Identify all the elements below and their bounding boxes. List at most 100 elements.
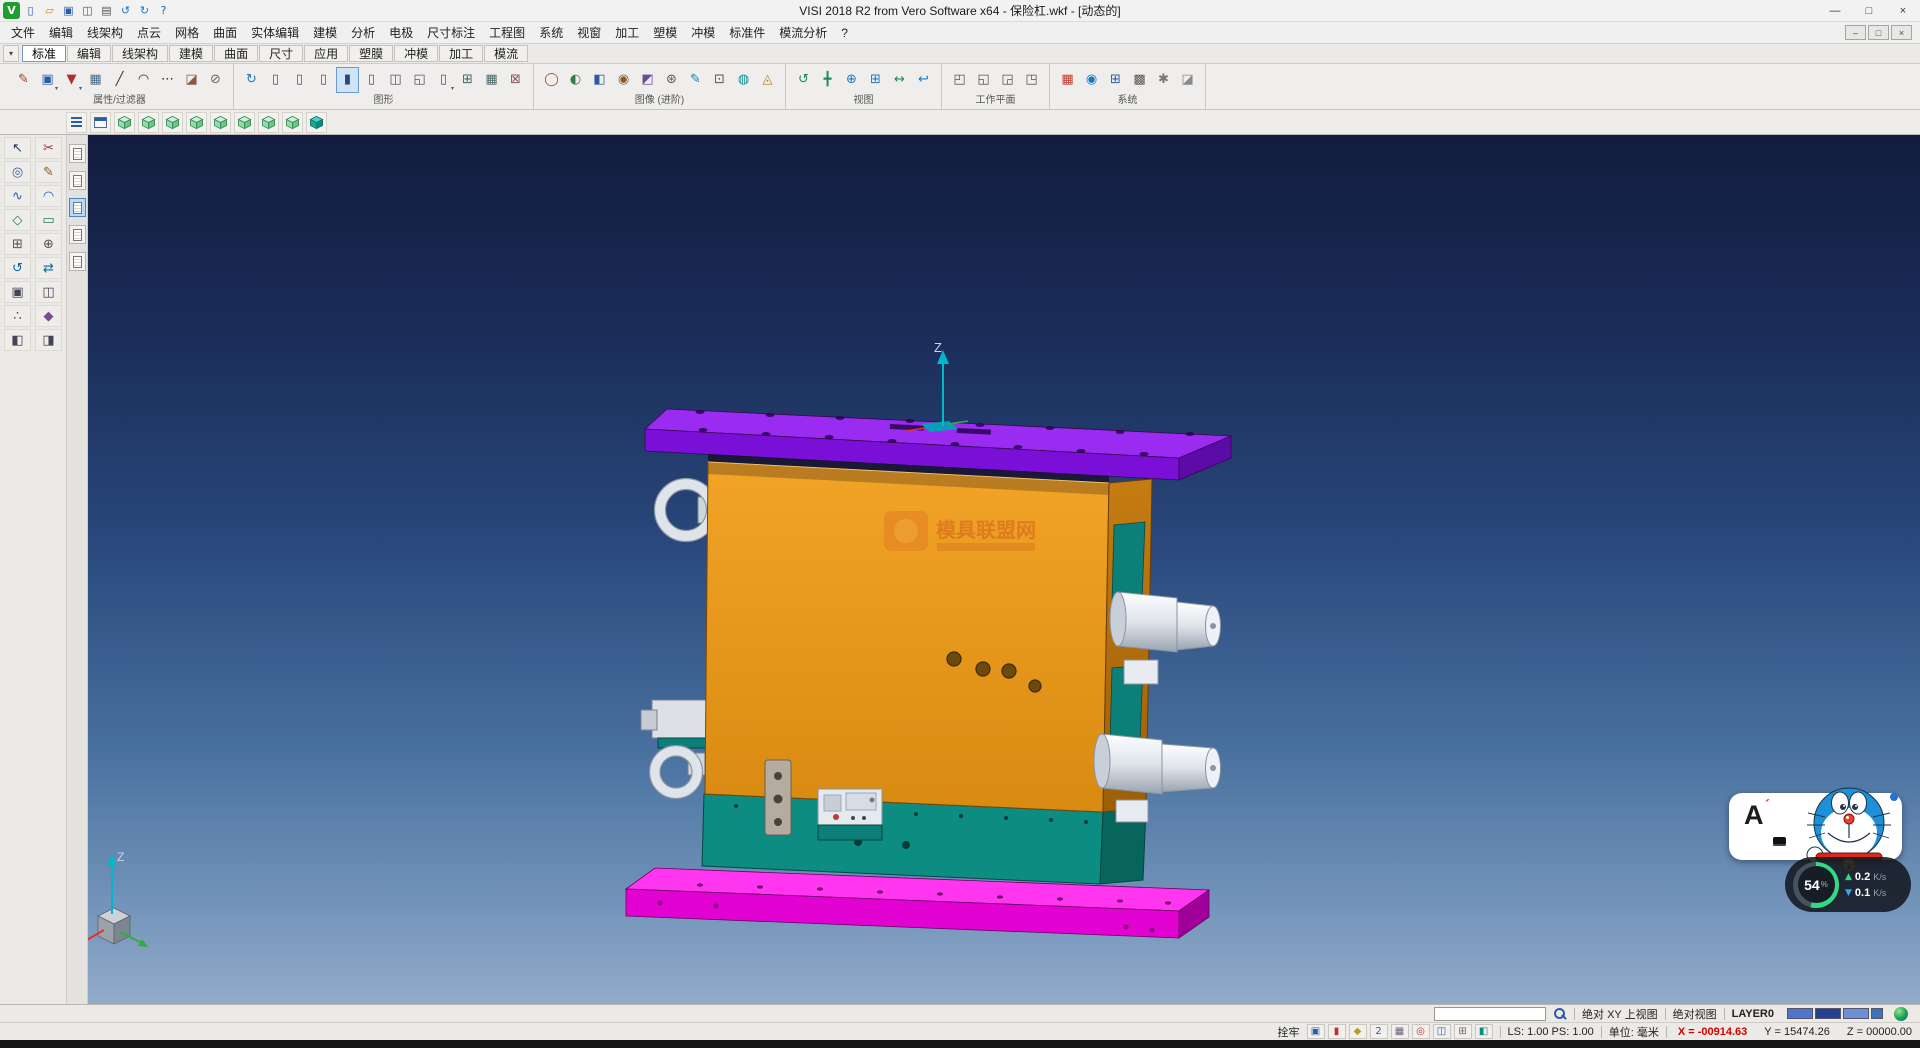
zoom-in-view[interactable]: ⊕ — [840, 67, 863, 93]
layer-color-1[interactable] — [1787, 1008, 1813, 1019]
select-tool[interactable]: ↖ — [4, 137, 31, 159]
slide-lock-unit[interactable] — [818, 789, 882, 840]
layer-color-2[interactable] — [1815, 1008, 1841, 1019]
measure-tool[interactable]: ∴ — [4, 305, 31, 327]
tab-machining[interactable]: 加工 — [439, 45, 483, 62]
view-column-active[interactable]: ▮ — [336, 67, 359, 93]
shading-textured[interactable]: ◩ — [636, 67, 659, 93]
support-cylinder-lower[interactable] — [1094, 734, 1221, 794]
view-top-icon[interactable] — [138, 112, 159, 133]
close-button[interactable]: × — [1886, 0, 1920, 22]
split-tool[interactable]: ◫ — [35, 281, 62, 303]
redraw[interactable]: ↻ — [240, 67, 263, 93]
menu-standard-parts[interactable]: 标准件 — [722, 22, 772, 43]
lighting[interactable]: ◬ — [756, 67, 779, 93]
pair-count-icon[interactable]: 2 — [1370, 1024, 1388, 1039]
doc-filter-4[interactable] — [69, 225, 86, 244]
view-column-1[interactable]: ▯ — [264, 67, 287, 93]
lifting-ring-lower[interactable] — [641, 700, 710, 799]
screenshot[interactable]: ⊡ — [708, 67, 731, 93]
viewport[interactable]: 模具联盟网 — [88, 135, 1920, 1004]
view-front-icon[interactable] — [162, 112, 183, 133]
axis-lock-icon[interactable]: ◫ — [1433, 1024, 1451, 1039]
workplane-view[interactable]: ◳ — [1020, 67, 1043, 93]
save-icon[interactable]: ▣ — [60, 2, 77, 19]
tab-die[interactable]: 冲模 — [394, 45, 438, 62]
mdi-close-button[interactable]: × — [1891, 25, 1912, 40]
print-icon[interactable]: ▤ — [98, 2, 115, 19]
tab-film[interactable]: 塑膜 — [349, 45, 393, 62]
doc-filter-5[interactable] — [69, 252, 86, 271]
layer-color-3[interactable] — [1843, 1008, 1869, 1019]
tab-overflow-button[interactable]: ▾ — [3, 45, 19, 62]
view-column-3[interactable]: ▯ — [312, 67, 335, 93]
window-style-icon[interactable] — [90, 112, 111, 133]
view-stack[interactable]: ◱ — [408, 67, 431, 93]
view-back-icon[interactable] — [186, 112, 207, 133]
view-split[interactable]: ◫ — [384, 67, 407, 93]
grid-tool[interactable]: ⊞ — [4, 233, 31, 255]
database-table[interactable]: ⊞ — [1104, 67, 1127, 93]
view-bottom-icon[interactable] — [258, 112, 279, 133]
filter-points[interactable]: ⋯ — [156, 67, 179, 93]
maximize-button[interactable]: □ — [1852, 0, 1886, 22]
filter-layer[interactable]: ▦ — [84, 67, 107, 93]
zoom-fit-view[interactable]: ↔ — [888, 67, 911, 93]
view-new[interactable]: ▯▾ — [432, 67, 455, 93]
measure-icon[interactable]: ▦ — [1391, 1024, 1409, 1039]
view-left-icon[interactable] — [210, 112, 231, 133]
workplane-standard[interactable]: ◰ — [948, 67, 971, 93]
view-mode-label[interactable]: 绝对 XY 上视图 — [1582, 1006, 1658, 1022]
search-input[interactable] — [1434, 1007, 1546, 1021]
menu-electrode[interactable]: 电极 — [382, 22, 420, 43]
curve-tool[interactable]: ∿ — [4, 185, 31, 207]
menu-analysis[interactable]: 分析 — [344, 22, 382, 43]
visi-logo[interactable]: V — [3, 2, 20, 19]
layer-manager[interactable]: ▦ — [1056, 67, 1079, 93]
view-column-4[interactable]: ▯ — [360, 67, 383, 93]
undo-icon[interactable]: ↺ — [117, 2, 134, 19]
menu-help[interactable]: ? — [834, 22, 855, 43]
workplane-entity[interactable]: ◲ — [996, 67, 1019, 93]
menu-solid-edit[interactable]: 实体编辑 — [244, 22, 306, 43]
view-grid[interactable]: ⊞ — [456, 67, 479, 93]
menu-file[interactable]: 文件 — [4, 22, 42, 43]
sketch-tool[interactable]: ✎ — [35, 161, 62, 183]
arc-tool[interactable]: ◠ — [35, 185, 62, 207]
session-save-icon[interactable]: ▣ — [1307, 1024, 1325, 1039]
cavity-plate-bracket[interactable] — [765, 760, 791, 835]
redline-icon[interactable]: ▮ — [1328, 1024, 1346, 1039]
rotate-view[interactable]: ↺ — [792, 67, 815, 93]
tab-edit[interactable]: 编辑 — [67, 45, 111, 62]
tab-standard[interactable]: 标准 — [22, 45, 66, 62]
menu-system[interactable]: 系统 — [532, 22, 570, 43]
swap-tool[interactable]: ⇄ — [35, 257, 62, 279]
doc-filter-3[interactable] — [69, 198, 86, 217]
viewport-3d-canvas[interactable]: 模具联盟网 — [88, 135, 1920, 1004]
minimize-button[interactable]: — — [1818, 0, 1852, 22]
view-table[interactable]: ▦ — [480, 67, 503, 93]
save-all-icon[interactable]: ◫ — [79, 2, 96, 19]
snap-settings[interactable]: ✱ — [1152, 67, 1175, 93]
solid-tool[interactable]: ▣ — [4, 281, 31, 303]
menu-edit[interactable]: 编辑 — [42, 22, 80, 43]
view-trimetric-icon[interactable] — [282, 112, 303, 133]
menu-mesh[interactable]: 网格 — [168, 22, 206, 43]
tab-surface[interactable]: 曲面 — [214, 45, 258, 62]
render-settings[interactable]: ⊛ — [660, 67, 683, 93]
tab-dimension[interactable]: 尺寸 — [259, 45, 303, 62]
view-column-2[interactable]: ▯ — [288, 67, 311, 93]
filter-type[interactable]: ▼▾ — [60, 67, 83, 93]
menu-wireframe[interactable]: 线架构 — [80, 22, 130, 43]
tab-modeling[interactable]: 建模 — [169, 45, 213, 62]
view-isometric-icon[interactable] — [114, 112, 135, 133]
layer-color-4[interactable] — [1871, 1008, 1883, 1019]
open-file-icon[interactable]: ▱ — [41, 2, 58, 19]
shading-flat[interactable]: ◧ — [588, 67, 611, 93]
menu-dimensioning[interactable]: 尺寸标注 — [420, 22, 482, 43]
tab-application[interactable]: 应用 — [304, 45, 348, 62]
sketch-render[interactable]: ✎ — [684, 67, 707, 93]
menu-molding[interactable]: 塑模 — [646, 22, 684, 43]
new-file-icon[interactable]: ▯ — [22, 2, 39, 19]
zoom-window-view[interactable]: ⊞ — [864, 67, 887, 93]
